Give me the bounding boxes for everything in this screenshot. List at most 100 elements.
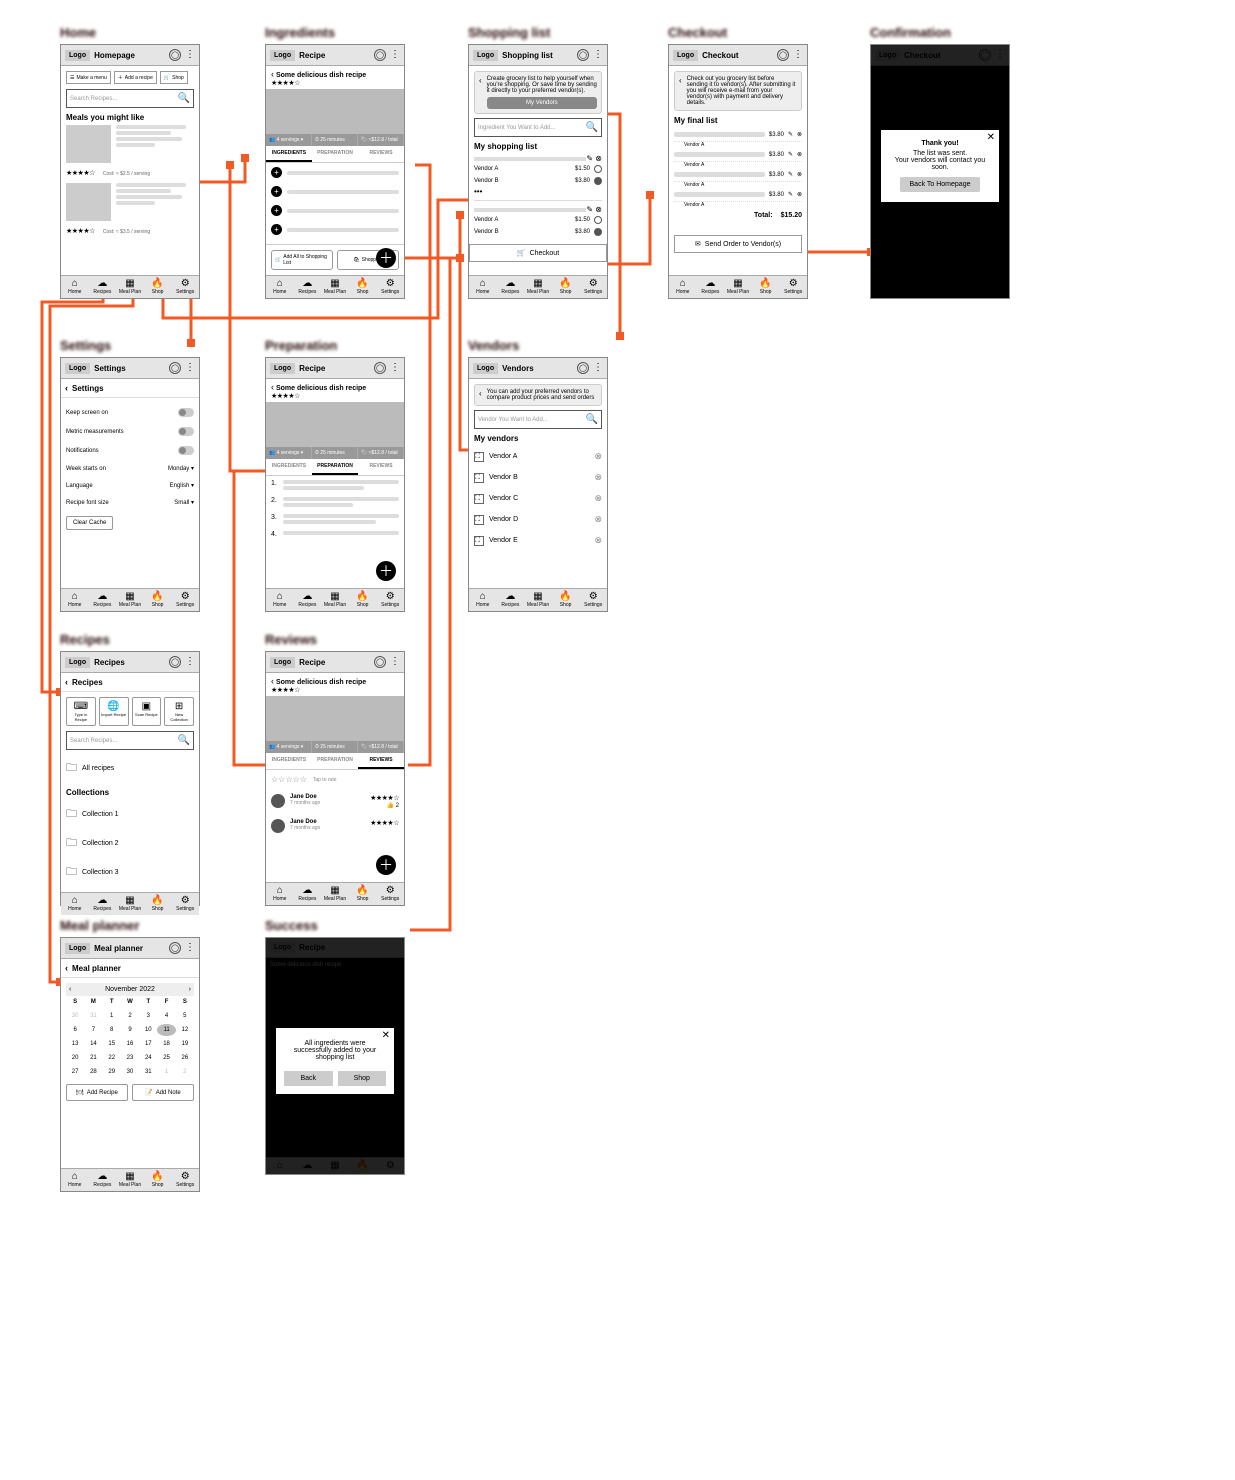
close-icon[interactable]: ✕	[382, 1030, 390, 1041]
back-icon[interactable]: ‹	[271, 69, 274, 79]
setting-font-size[interactable]: Recipe font sizeSmall ▾	[66, 494, 194, 511]
calendar-day[interactable]: 21	[84, 1052, 102, 1064]
calendar-day[interactable]: 4	[157, 1010, 175, 1022]
setting-metric[interactable]: Metric measurements	[66, 422, 194, 441]
setting-week-starts[interactable]: Week starts onMonday ▾	[66, 460, 194, 477]
nav-mealplan[interactable]: ▦Meal Plan	[116, 276, 144, 298]
collection-row[interactable]: 🗀Collection 1	[66, 800, 194, 829]
next-month-icon[interactable]: ›	[189, 986, 191, 993]
add-recipe-button[interactable]: 🍽 Add Recipe	[66, 1084, 128, 1101]
calendar-day[interactable]: 5	[176, 1010, 194, 1022]
chip-shop[interactable]: 🛒 Shop	[160, 71, 188, 84]
rating-input[interactable]: ☆☆☆☆☆	[271, 775, 307, 784]
delete-icon[interactable]: ⊗	[797, 131, 802, 138]
all-recipes-row[interactable]: 🗀All recipes	[66, 754, 194, 783]
vendor-option[interactable]: Vendor A$1.50	[474, 163, 602, 175]
calendar-day[interactable]: 18	[157, 1038, 175, 1050]
action-import[interactable]: 🌐Import Recipe	[99, 697, 129, 726]
action-scan[interactable]: ▣Scan Recipe	[132, 697, 162, 726]
chip-make-menu[interactable]: ☰ Make a menu	[66, 71, 111, 84]
calendar-day[interactable]: 2	[121, 1010, 139, 1022]
avatar-icon[interactable]: ◯	[169, 49, 181, 61]
close-icon[interactable]: ✕	[987, 132, 995, 143]
setting-language[interactable]: LanguageEnglish ▾	[66, 477, 194, 494]
header: Logo Homepage ◯ ⋮	[61, 45, 199, 66]
calendar-day[interactable]: 12	[176, 1024, 194, 1036]
servings-meta[interactable]: 👥 4 servings ▾	[266, 134, 312, 146]
calendar-day[interactable]: 29	[103, 1066, 121, 1078]
nav-recipes[interactable]: ☁Recipes	[89, 276, 117, 298]
nav-shop[interactable]: 🔥Shop	[144, 276, 172, 298]
calendar-day[interactable]: 3	[139, 1010, 157, 1022]
chip-add-recipe[interactable]: ＋ Add a recipe	[114, 71, 157, 84]
calendar-day[interactable]: 8	[103, 1024, 121, 1036]
calendar-day[interactable]: 1	[103, 1010, 121, 1022]
add-icon[interactable]: +	[271, 167, 282, 178]
calendar-day[interactable]: 31	[84, 1010, 102, 1022]
add-all-button[interactable]: 🛒 Add All to Shopping List	[271, 250, 333, 270]
fab-add[interactable]: ＋	[376, 855, 396, 875]
ingredient-row[interactable]: +	[271, 163, 399, 182]
add-note-button[interactable]: 📝 Add Note	[132, 1084, 194, 1101]
calendar-day[interactable]: 2	[176, 1066, 194, 1078]
fab-add[interactable]: ＋	[376, 561, 396, 581]
my-vendors-button[interactable]: My Vendors	[487, 97, 597, 109]
prev-month-icon[interactable]: ‹	[69, 986, 71, 993]
setting-keep-screen[interactable]: Keep screen on	[66, 403, 194, 422]
calendar-day[interactable]: 13	[66, 1038, 84, 1050]
tab-preparation[interactable]: PREPARATION	[312, 146, 358, 162]
calendar-day[interactable]: 31	[139, 1066, 157, 1078]
calendar-day[interactable]: 24	[139, 1052, 157, 1064]
back-icon[interactable]: ‹	[65, 383, 68, 393]
calendar-day[interactable]: 25	[157, 1052, 175, 1064]
meal-card[interactable]	[66, 125, 194, 163]
nav-settings[interactable]: ⚙Settings	[171, 276, 199, 298]
tab-ingredients[interactable]: INGREDIENTS	[266, 146, 312, 162]
delete-icon[interactable]: ⊗	[594, 451, 602, 462]
fab-add[interactable]: ＋	[376, 248, 396, 268]
nav-home[interactable]: ⌂Home	[61, 276, 89, 298]
vendor-search[interactable]: Vendor You Want to Add...🔍	[474, 410, 602, 429]
shop-button[interactable]: Shop	[338, 1071, 387, 1086]
calendar-day[interactable]: 1	[157, 1066, 175, 1078]
month-label: November 2022	[105, 986, 155, 993]
back-home-button[interactable]: Back To Homepage	[900, 177, 981, 192]
calendar-day[interactable]: 6	[66, 1024, 84, 1036]
action-type-in[interactable]: ⌨Type in Recipe	[66, 697, 96, 726]
ingredient-search[interactable]: Ingredient You Want to Add...🔍	[474, 118, 602, 137]
meal-card[interactable]	[66, 183, 194, 221]
calendar-day[interactable]: 27	[66, 1066, 84, 1078]
calendar-day[interactable]: 22	[103, 1052, 121, 1064]
calendar-day[interactable]: 19	[176, 1038, 194, 1050]
calendar-day[interactable]: 15	[103, 1038, 121, 1050]
calendar-day[interactable]: 30	[121, 1066, 139, 1078]
screen-preparation: LogoRecipe◯⋮ ‹ Some delicious dish recip…	[265, 357, 405, 612]
calendar-day[interactable]: 28	[84, 1066, 102, 1078]
calendar-day[interactable]: 20	[66, 1052, 84, 1064]
calendar-day[interactable]: 11	[157, 1024, 175, 1036]
vendor-row[interactable]: ⛶Vendor A⊗	[474, 446, 602, 467]
calendar-day[interactable]: 9	[121, 1024, 139, 1036]
like-button[interactable]: 👍 2	[370, 802, 399, 809]
action-new-collection[interactable]: ⊞New Collection	[164, 697, 194, 726]
calendar-day[interactable]: 7	[84, 1024, 102, 1036]
calendar-day[interactable]: 14	[84, 1038, 102, 1050]
calendar-day[interactable]: 23	[121, 1052, 139, 1064]
back-button[interactable]: Back	[284, 1071, 333, 1086]
checkout-button[interactable]: 🛒 Checkout	[469, 244, 607, 262]
calendar-day[interactable]: 10	[139, 1024, 157, 1036]
kebab-menu-icon[interactable]: ⋮	[185, 51, 195, 59]
calendar-day[interactable]: 30	[66, 1010, 84, 1022]
setting-notifications[interactable]: Notifications	[66, 441, 194, 460]
time-meta: ⏱ 25 minutes	[312, 134, 358, 146]
search-input[interactable]: Search Recipes...🔍	[66, 89, 194, 108]
calendar-day[interactable]: 17	[139, 1038, 157, 1050]
calendar-day[interactable]: 26	[176, 1052, 194, 1064]
edit-icon[interactable]: ✎	[788, 131, 793, 138]
clear-cache-button[interactable]: Clear Cache	[66, 516, 113, 530]
edit-icons[interactable]: ✎ ⊗	[586, 154, 602, 163]
calendar-day[interactable]: 16	[121, 1038, 139, 1050]
send-order-button[interactable]: ✉ Send Order to Vendor(s)	[674, 235, 802, 253]
toggle[interactable]	[178, 408, 194, 417]
tab-reviews[interactable]: REVIEWS	[358, 146, 404, 162]
